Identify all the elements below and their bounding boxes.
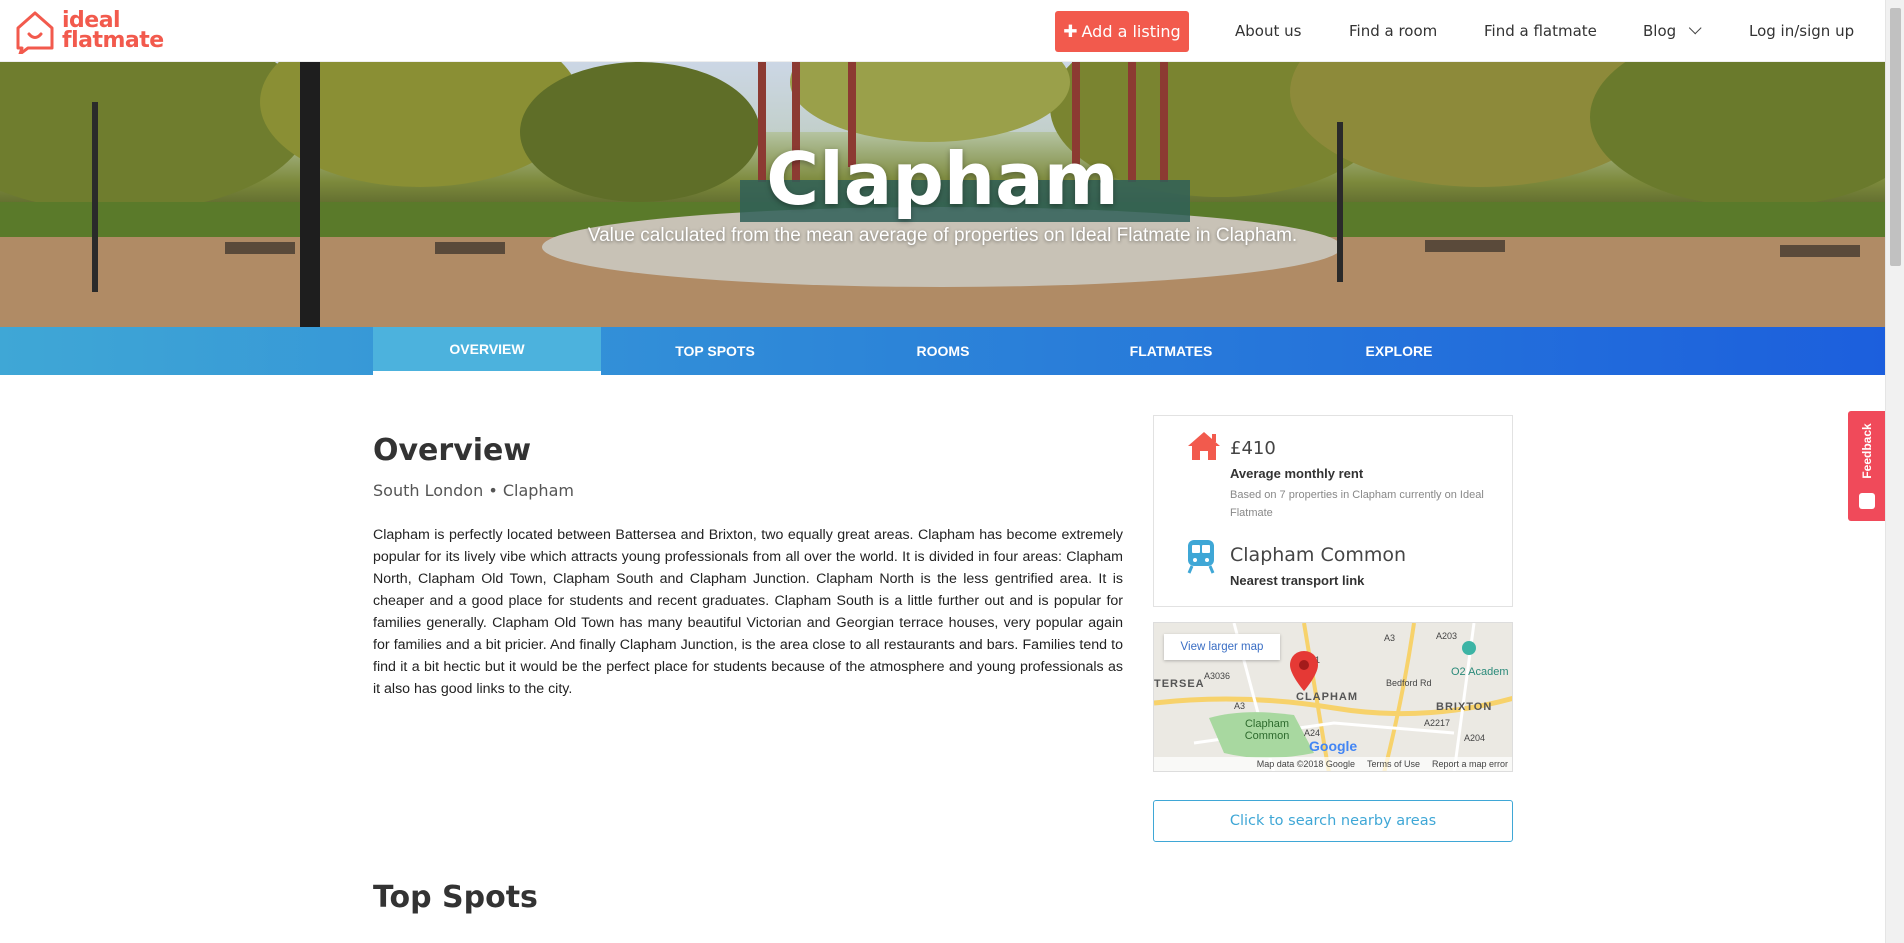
nav-about-us[interactable]: About us: [1235, 22, 1301, 40]
nearest-transport-value: Clapham Common: [1230, 544, 1407, 566]
map-label-clapham-common: Clapham Common: [1244, 718, 1290, 742]
logo[interactable]: ideal flatmate: [12, 8, 164, 54]
average-rent-note: Based on 7 properties in Clapham current…: [1230, 489, 1484, 519]
feedback-tab[interactable]: Feedback: [1848, 411, 1886, 521]
feedback-smile-icon: [1859, 493, 1875, 509]
average-rent-value: £410: [1230, 438, 1276, 459]
nav-login-signup[interactable]: Log in/sign up: [1749, 22, 1854, 40]
map-road-a3036: A3036: [1204, 671, 1231, 681]
map-road-a2217: A2217: [1424, 718, 1451, 728]
tab-overview[interactable]: OVERVIEW: [373, 327, 601, 375]
map-road-a24: A24: [1304, 728, 1321, 738]
tab-flatmates[interactable]: FLATMATES: [1057, 327, 1285, 375]
scrollbar-thumb[interactable]: [1890, 8, 1901, 266]
feedback-label: Feedback: [1860, 423, 1874, 479]
nav-blog[interactable]: Blog: [1643, 21, 1702, 40]
map-road-bedford-rd: Bedford Rd: [1386, 678, 1432, 688]
logo-wordmark: ideal flatmate: [62, 10, 164, 53]
chevron-down-icon: [1689, 21, 1702, 35]
tab-rooms[interactable]: ROOMS: [829, 327, 1057, 375]
add-listing-label: Add a listing: [1081, 22, 1181, 41]
google-logo: Google: [1309, 738, 1358, 754]
overview-description: Clapham is perfectly located between Bat…: [373, 527, 1123, 697]
map-label-battersea: TERSEA: [1154, 678, 1205, 690]
hero-subtitle: Value calculated from the mean average o…: [587, 225, 1298, 246]
tab-top-spots[interactable]: TOP SPOTS: [601, 327, 829, 375]
area-stats-card: £410 Average monthly rent Based on 7 pro…: [1153, 415, 1513, 607]
add-listing-button[interactable]: ✚ Add a listing: [1055, 11, 1189, 52]
map-attribution: Map data ©2018 Google Terms of Use Repor…: [1154, 757, 1512, 771]
map-pin-icon: [1290, 651, 1318, 691]
map-label-clapham: CLAPHAM: [1296, 691, 1358, 703]
house-icon: [1188, 432, 1220, 460]
map-road-a3-north: A3: [1384, 633, 1396, 643]
map-road-a3-west: A3: [1234, 701, 1246, 711]
top-navbar: ideal flatmate ✚ Add a listing About us …: [0, 0, 1885, 62]
overview-location: South London • Clapham: [373, 481, 574, 500]
map-road-a203: A203: [1436, 631, 1458, 641]
logo-line-2: flatmate: [62, 28, 164, 53]
nearest-transport-label: Nearest transport link: [1230, 573, 1365, 588]
nav-find-a-room[interactable]: Find a room: [1349, 22, 1437, 40]
average-rent-label: Average monthly rent: [1230, 466, 1364, 481]
house-speech-logo-icon: [16, 11, 54, 54]
area-map[interactable]: View larger map TERSEA CLAPHAM BRIXTON C…: [1153, 622, 1513, 772]
plus-icon: ✚: [1063, 21, 1078, 42]
hero-banner: Clapham Value calculated from the mean a…: [0, 62, 1885, 327]
map-road-a204: A204: [1464, 733, 1486, 743]
train-icon: [1187, 540, 1215, 574]
map-terms-link[interactable]: Terms of Use: [1367, 759, 1420, 769]
page-title: Clapham: [766, 137, 1119, 221]
map-label-brixton: BRIXTON: [1436, 701, 1493, 713]
nav-find-a-flatmate[interactable]: Find a flatmate: [1484, 22, 1597, 40]
map-data-credit: Map data ©2018 Google: [1256, 759, 1355, 769]
map-label-o2-academy: O2 Academ: [1451, 666, 1509, 678]
page-scrollbar[interactable]: [1885, 0, 1904, 943]
view-larger-map-link[interactable]: View larger map: [1164, 634, 1280, 660]
overview-heading: Overview: [373, 433, 532, 468]
map-report-error-link[interactable]: Report a map error: [1432, 759, 1508, 769]
nav-blog-label: Blog: [1643, 22, 1677, 40]
search-nearby-areas-button[interactable]: Click to search nearby areas: [1153, 800, 1513, 842]
top-spots-heading: Top Spots: [373, 880, 538, 915]
tab-explore[interactable]: EXPLORE: [1285, 327, 1513, 375]
section-tabs: OVERVIEW TOP SPOTS ROOMS FLATMATES EXPLO…: [0, 327, 1885, 375]
